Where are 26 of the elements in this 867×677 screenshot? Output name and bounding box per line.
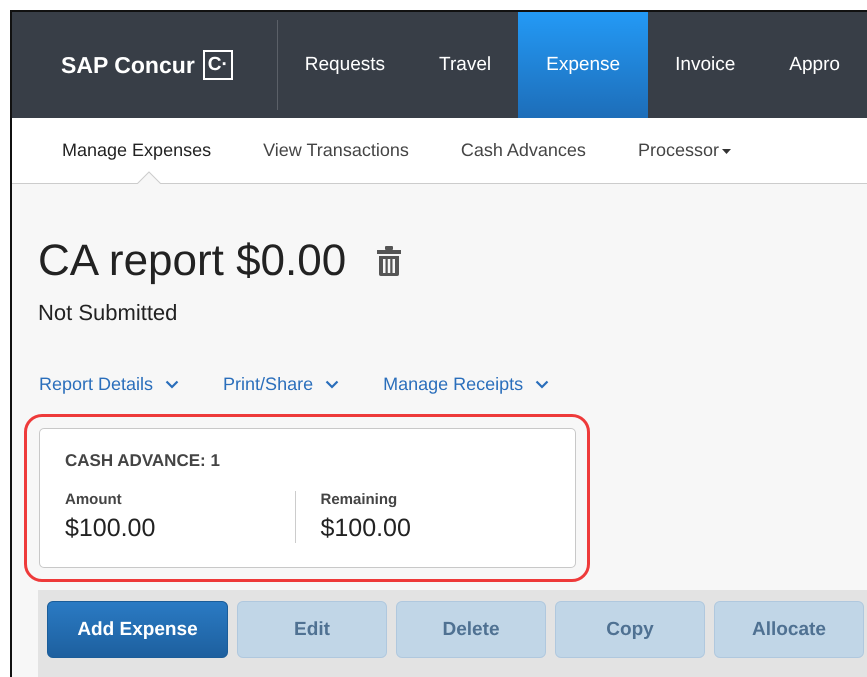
- brand-logo: C·: [202, 50, 233, 80]
- nav-tab[interactable]: Expense: [518, 12, 648, 118]
- subnav-tab[interactable]: View Transactions: [263, 140, 409, 161]
- nav-tab[interactable]: Requests: [278, 12, 412, 118]
- field-value: $100.00: [320, 514, 412, 543]
- nav-tab[interactable]: Appro: [762, 12, 867, 118]
- field-label: Amount: [65, 491, 123, 508]
- subnav-tab[interactable]: Cash Advances: [460, 140, 586, 161]
- report-status: Not Submitted: [38, 300, 178, 326]
- subnav-tab[interactable]: Processor: [638, 140, 731, 161]
- chevron-down-icon: [165, 380, 180, 389]
- dropdown-link[interactable]: Print/Share: [223, 374, 340, 395]
- chevron-down-icon: [325, 380, 340, 389]
- dropdown-link[interactable]: Report Details: [39, 374, 180, 395]
- trash-icon[interactable]: [377, 246, 402, 276]
- nav-tab[interactable]: Travel: [412, 12, 518, 118]
- card-heading: CASH ADVANCE: 1: [65, 451, 221, 471]
- toolbar-button[interactable]: Add Expense: [47, 601, 228, 658]
- nav-tab[interactable]: Invoice: [648, 12, 762, 118]
- report-title: CA report $0.00: [38, 235, 346, 287]
- field-value: $100.00: [65, 514, 156, 543]
- chevron-down-icon: [535, 380, 550, 389]
- dropdown-link[interactable]: Manage Receipts: [383, 374, 550, 395]
- field-label: Remaining: [320, 491, 398, 508]
- brand-name: SAP Concur: [61, 52, 195, 78]
- subnav-tab[interactable]: Manage Expenses: [62, 140, 212, 161]
